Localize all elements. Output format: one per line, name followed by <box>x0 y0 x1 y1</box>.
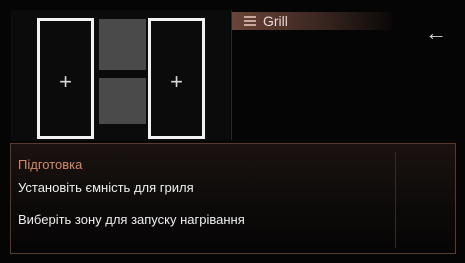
instruction-set-container: Установіть ємність для гриля <box>18 180 194 195</box>
info-title: Підготовка <box>18 157 83 172</box>
add-zone-left-icon: + <box>59 68 72 94</box>
back-arrow-icon[interactable]: ← <box>425 22 447 44</box>
grill-icon <box>244 16 256 26</box>
instruction-select-zone: Виберіть зону для запуску нагрівання <box>18 212 245 227</box>
bridge-zone-bottom[interactable] <box>99 78 146 124</box>
add-zone-right-icon: + <box>170 68 183 94</box>
program-tag: Grill <box>232 12 392 30</box>
program-name: Grill <box>263 13 288 29</box>
cooking-zones-panel: + + <box>11 10 230 141</box>
info-divider <box>395 152 396 248</box>
info-panel: Підготовка Установіть ємність для гриля … <box>10 143 456 254</box>
cooktop-screen: + + Grill ← Підготовка Установіть ємніст… <box>0 0 465 263</box>
cooking-zone-left[interactable]: + <box>37 18 94 139</box>
cooking-zone-right[interactable]: + <box>148 18 205 139</box>
bridge-zone-top[interactable] <box>99 19 146 70</box>
